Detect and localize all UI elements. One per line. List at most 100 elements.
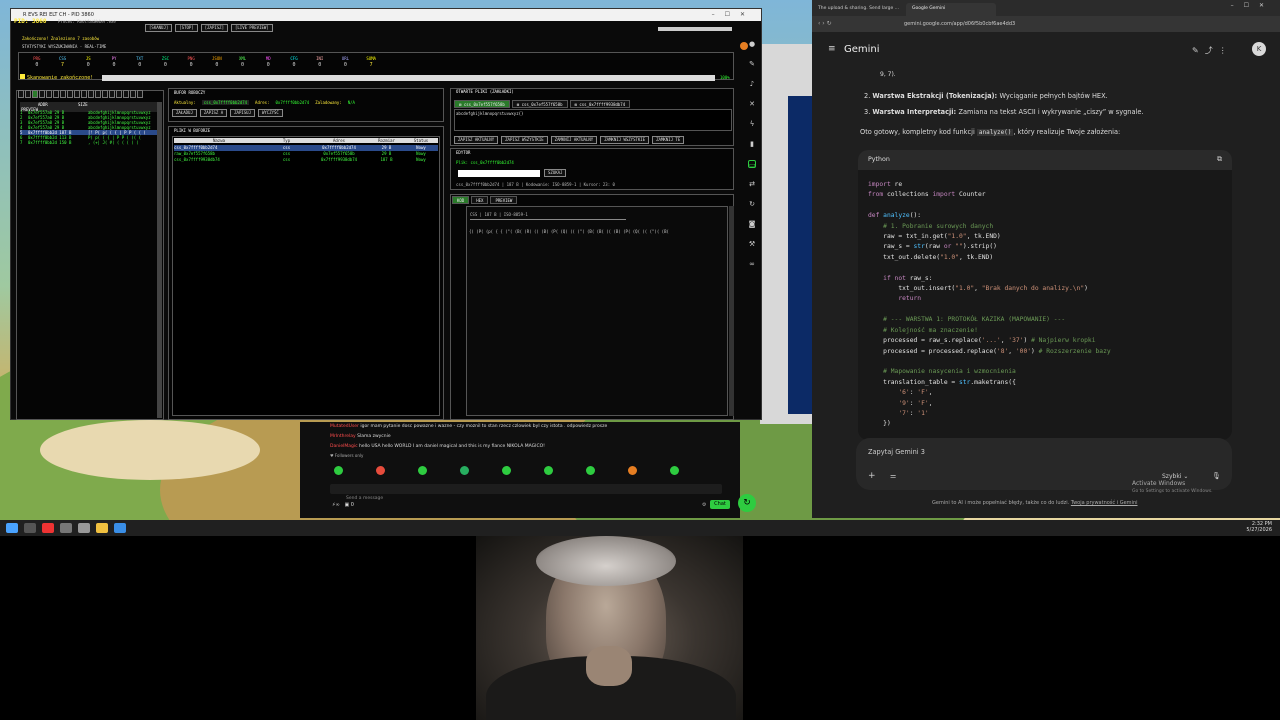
live-preview-button[interactable]: [LIVE PREVIEW] (230, 24, 273, 32)
toolbar-square[interactable] (116, 90, 122, 98)
column-header[interactable]: SIZE (78, 102, 160, 107)
toolbar-square[interactable] (123, 90, 129, 98)
files-column-header[interactable]: Nazwa (174, 138, 264, 143)
emote-icon[interactable] (670, 466, 679, 475)
open-file-tab[interactable]: ⊠ css_0x7ffff9938db74 (569, 100, 631, 108)
open-files-action-button[interactable]: ZAMKNIJ WSZYSTKIE (600, 136, 650, 144)
emote-icon[interactable] (418, 466, 427, 475)
points-counter[interactable]: ⚡∞ ▣ 0 (332, 502, 354, 508)
model-selector[interactable]: Szybki ⌄ (1162, 473, 1188, 480)
toolbar-square[interactable] (39, 90, 45, 98)
microphone-icon[interactable]: 🎙 (1212, 472, 1221, 480)
toolbar-square[interactable] (74, 90, 80, 98)
chat-send-button[interactable]: Chat (710, 500, 730, 509)
edit-icon[interactable]: ✎ (748, 60, 756, 68)
chat-fab-icon[interactable]: ↻ (738, 494, 756, 512)
window-titlebar[interactable]: R EVS REI ELT CH - PID 3860 –☐✕ (11, 9, 761, 21)
editor-search-button[interactable]: SZUKAJ (544, 169, 567, 177)
editor-tab-hex[interactable]: HEX (471, 196, 489, 204)
browser-tab-upload[interactable]: The upload & sharing. Send large ... (818, 3, 904, 15)
toolbar-square[interactable] (137, 90, 143, 98)
toolbar-square[interactable] (67, 90, 73, 98)
clear-button[interactable]: WYCZYŚĆ (257, 109, 283, 117)
editor-textarea[interactable] (466, 206, 728, 416)
save-as-button[interactable]: ZAPISZ A (199, 109, 228, 117)
browser-icon[interactable] (42, 523, 54, 533)
link-icon[interactable]: ∞ (748, 260, 756, 268)
scan-button[interactable]: [SKANUJ] (145, 24, 173, 32)
save-button[interactable]: [ZAPISZ] (200, 24, 228, 32)
bell-icon[interactable]: ♪ (748, 80, 756, 88)
open-files-action-button[interactable]: ZAPISZ WSZYSTKIE (501, 136, 548, 144)
toolbar-square[interactable] (102, 90, 108, 98)
toolbar-square[interactable] (18, 90, 24, 98)
emote-icon[interactable] (376, 466, 385, 475)
nav-arrows-icon[interactable]: ‹ › ↻ (818, 16, 832, 32)
taskbar-clock[interactable]: 2:32 PM 5/27/2026 (1246, 521, 1272, 533)
editor-scrollbar[interactable] (729, 206, 734, 416)
toolbar-square[interactable] (130, 90, 136, 98)
streamer-avatar[interactable] (740, 42, 748, 50)
window-controls[interactable]: –☐✕ (712, 9, 755, 21)
trash-icon[interactable]: ▮ (748, 140, 756, 148)
current-value[interactable]: css_0x7ffff0bb2d74 (201, 100, 250, 105)
open-files-action-button[interactable]: ZAMKNIJ TE (652, 136, 685, 144)
header-actions[interactable]: ✎⤴⋮ (1192, 45, 1233, 56)
search-icon[interactable] (24, 523, 36, 533)
files-column-header[interactable]: Rozmiar (369, 138, 404, 143)
emote-icon[interactable] (502, 466, 511, 475)
chat-input[interactable]: Send a message (330, 484, 722, 501)
settings-icon[interactable]: ⚙ (702, 502, 706, 508)
results-scrollbar[interactable] (157, 102, 162, 418)
browser-window-controls[interactable]: –☐✕ (1231, 2, 1274, 9)
toolbar-square[interactable] (60, 90, 66, 98)
load-button[interactable]: ZAŁADUJ (172, 109, 197, 117)
start-icon[interactable] (6, 523, 18, 533)
copy-icon[interactable]: ⧉ (1217, 155, 1222, 164)
column-header[interactable]: ADDR (38, 102, 78, 107)
explorer-icon[interactable] (78, 523, 90, 533)
stop-button[interactable]: [STOP] (175, 24, 198, 32)
open-files-action-button[interactable]: ZAPISZ AKTUALNY (454, 136, 499, 144)
browser-tab-gemini[interactable]: Google Gemini (906, 3, 996, 16)
lightning-icon[interactable]: ϟ (748, 120, 756, 128)
toolbar-square[interactable] (46, 90, 52, 98)
privacy-link[interactable]: Twoja prywatność i Gemini (1071, 500, 1138, 506)
open-file-tab[interactable]: ⊠ css_0x7ef557f658b (511, 100, 568, 108)
emote-icon[interactable] (334, 466, 343, 475)
open-files-action-button[interactable]: ZAMKNIJ AKTUALNY (550, 136, 598, 144)
files-column-header[interactable]: Typ (264, 138, 309, 143)
record-icon[interactable]: ● (748, 40, 756, 48)
emote-icon[interactable] (586, 466, 595, 475)
write-button[interactable]: ZAPISUJ (230, 109, 255, 117)
tools-icon[interactable]: ⚌ (890, 472, 896, 480)
emote-icon[interactable] (628, 466, 637, 475)
open-file-tab[interactable]: ⊠ css_0x7ef557f658b (454, 100, 510, 108)
result-row[interactable]: 7 0x7ffff0bb2d 150 B , (+| J( #( ( ( ( ( ( (20, 140, 160, 145)
files-row[interactable]: css_0x7ffff9938db74 css 0x7ffff9938db74 187… (174, 157, 438, 163)
chat-icon[interactable]: ▭ (748, 160, 756, 169)
account-avatar[interactable]: K (1252, 42, 1266, 56)
app-icon[interactable] (60, 523, 72, 533)
emote-icon[interactable] (460, 466, 469, 475)
toolbar-square[interactable] (88, 90, 94, 98)
refresh-icon[interactable]: ↻ (748, 200, 756, 208)
url-text[interactable]: gemini.google.com/app/d06f5b0cbf6ae4dd3 (904, 16, 1015, 32)
chat-username[interactable]: MutatedUser (330, 424, 359, 429)
add-icon[interactable]: + (868, 471, 876, 481)
files-column-header[interactable]: Adres (309, 138, 369, 143)
close-icon[interactable]: ✕ (748, 100, 756, 108)
chat-username[interactable]: MrInthrelay (330, 434, 356, 439)
toolbar-square[interactable] (25, 90, 31, 98)
wrench-icon[interactable]: ⚒ (748, 240, 756, 248)
menu-icon[interactable]: ≡ (828, 44, 836, 54)
terminal-icon[interactable] (114, 523, 126, 533)
chat-username[interactable]: DanielMagic (330, 444, 358, 449)
editor-tab-kod[interactable]: KOD (452, 196, 470, 204)
toolbar-square[interactable] (95, 90, 101, 98)
files-column-header[interactable]: Status (404, 138, 438, 143)
editor-tab-preview[interactable]: PREVIEW (490, 196, 518, 204)
toolbar-square[interactable] (53, 90, 59, 98)
folder-icon[interactable] (96, 523, 108, 533)
emote-icon[interactable] (544, 466, 553, 475)
